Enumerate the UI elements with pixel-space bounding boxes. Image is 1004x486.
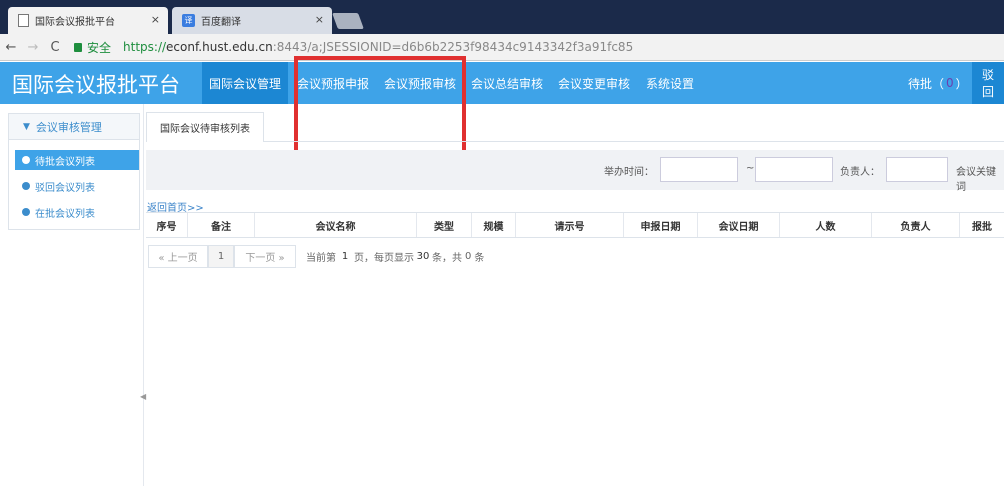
url-scheme: https:// (123, 40, 167, 54)
sidebar-item-label: 驳回会议列表 (35, 182, 95, 194)
circle-arrow-icon (22, 182, 30, 190)
page-icon (18, 14, 29, 27)
col-type: 类型 (417, 213, 472, 237)
pending-close: ） (955, 76, 968, 91)
circle-arrow-icon (22, 156, 30, 164)
col-approval: 报批 (972, 221, 992, 233)
current-page-input[interactable]: 1 (336, 251, 354, 262)
tab-title: 国际会议报批平台 (35, 17, 115, 28)
next-page-button[interactable]: 下一页 » (234, 245, 296, 268)
sidebar-item-in-review[interactable]: 在批会议列表 (15, 202, 139, 222)
start-date-input[interactable] (660, 157, 738, 182)
lock-icon (74, 42, 82, 52)
table-header: 序号 备注 会议名称 类型 规模 请示号 申报日期 会议日期 人数 负责人 报批 (146, 212, 1004, 238)
col-index: 序号 (146, 213, 188, 237)
total-count: 0 (465, 251, 472, 262)
page-size-input[interactable]: 30 (414, 251, 432, 262)
reload-icon[interactable]: C (44, 40, 66, 55)
page-number-button[interactable]: 1 (208, 245, 234, 268)
new-tab-button[interactable] (332, 13, 364, 29)
url-field[interactable]: https://econf.hust.edu.cn:8443/a;JSESSIO… (123, 40, 633, 54)
sidebar-item-label: 在批会议列表 (35, 208, 95, 220)
end-date-input[interactable] (755, 157, 833, 182)
forward-arrow-icon[interactable]: → (22, 40, 44, 55)
browser-tab-active[interactable]: 国际会议报批平台 × (8, 7, 168, 34)
nav-change-review[interactable]: 会议变更审核 (552, 62, 636, 104)
browser-tabstrip: 国际会议报批平台 × 译 百度翻译 × (0, 0, 1004, 34)
close-tab-icon[interactable]: × (315, 13, 324, 26)
tab-pending-review-list[interactable]: 国际会议待审核列表 (146, 112, 264, 142)
pagination-info: 当前第 1 页，每页显示 30 条，共 0 条 (306, 249, 484, 264)
sidebar-item-label: 待批会议列表 (35, 156, 95, 168)
sidebar-splitter[interactable] (143, 104, 144, 486)
translate-icon: 译 (182, 14, 195, 27)
url-path: :8443/a;JSESSIONID=d6b6b2253f98434c91433… (272, 40, 634, 54)
pager-total-label: 条，共 (432, 253, 462, 264)
col-scale: 规模 (472, 213, 516, 237)
return-link[interactable]: 驳回 (972, 62, 1004, 104)
nav-summary-review[interactable]: 会议总结审核 (466, 62, 548, 104)
sidebar-title[interactable]: ▼ 会议审核管理 (9, 114, 139, 140)
owner-label: 负责人： (840, 167, 880, 178)
owner-input[interactable] (886, 157, 948, 182)
col-remarks: 备注 (188, 213, 255, 237)
sidebar-item-pending[interactable]: 待批会议列表 (15, 150, 139, 170)
tab-divider (264, 141, 1004, 142)
date-separator: ~ (746, 163, 755, 174)
date-label: 举办时间： (604, 167, 654, 178)
url-host: econf.hust.edu.cn (166, 40, 273, 54)
address-bar: ← → C 安全 https://econf.hust.edu.cn:8443/… (0, 34, 1004, 61)
pager-current-prefix: 当前第 (306, 253, 336, 264)
sidebar-item-rejected[interactable]: 驳回会议列表 (15, 176, 139, 196)
pager-total-suffix: 条 (474, 253, 485, 264)
col-submit-date: 申报日期 (624, 213, 698, 237)
sidebar: ▼ 会议审核管理 待批会议列表 驳回会议列表 在批会议列表 (8, 113, 140, 230)
keyword-label: 会议关键词 (956, 167, 996, 193)
pager-per-page-label: 页，每页显示 (354, 253, 414, 264)
site-title: 国际会议报批平台 (12, 73, 180, 97)
close-tab-icon[interactable]: × (151, 13, 160, 26)
col-request-number: 请示号 (516, 213, 624, 237)
collapse-sidebar-icon[interactable]: ◀ (140, 392, 146, 401)
prev-page-button[interactable]: « 上一页 (148, 245, 208, 268)
back-arrow-icon[interactable]: ← (0, 40, 22, 55)
sidebar-title-label: 会议审核管理 (35, 120, 102, 134)
chevron-down-icon: ▼ (23, 121, 30, 132)
nav-conference-management[interactable]: 国际会议管理 (202, 62, 288, 104)
secure-indicator[interactable]: 安全 (74, 39, 111, 56)
pending-label: 待批（ (908, 76, 945, 91)
secure-label: 安全 (87, 40, 112, 55)
app-header: 国际会议报批平台 国际会议管理 会议预报申报 会议预报审核 会议总结审核 会议变… (0, 62, 1004, 104)
filter-bar: 举办时间： ~ 负责人： 会议关键词 (146, 150, 1004, 193)
highlight-box (294, 56, 466, 154)
tab-title: 百度翻译 (201, 17, 241, 28)
pending-count: 0 (946, 76, 954, 90)
browser-tab[interactable]: 译 百度翻译 × (172, 7, 332, 34)
col-conference-date: 会议日期 (698, 213, 780, 237)
col-attendees: 人数 (780, 213, 872, 237)
pending-count-link[interactable]: 待批（ 0） (908, 62, 968, 104)
col-conference-name: 会议名称 (255, 213, 417, 237)
col-owner: 负责人 (872, 213, 960, 237)
nav-system-settings[interactable]: 系统设置 (640, 62, 700, 104)
circle-arrow-icon (22, 208, 30, 216)
